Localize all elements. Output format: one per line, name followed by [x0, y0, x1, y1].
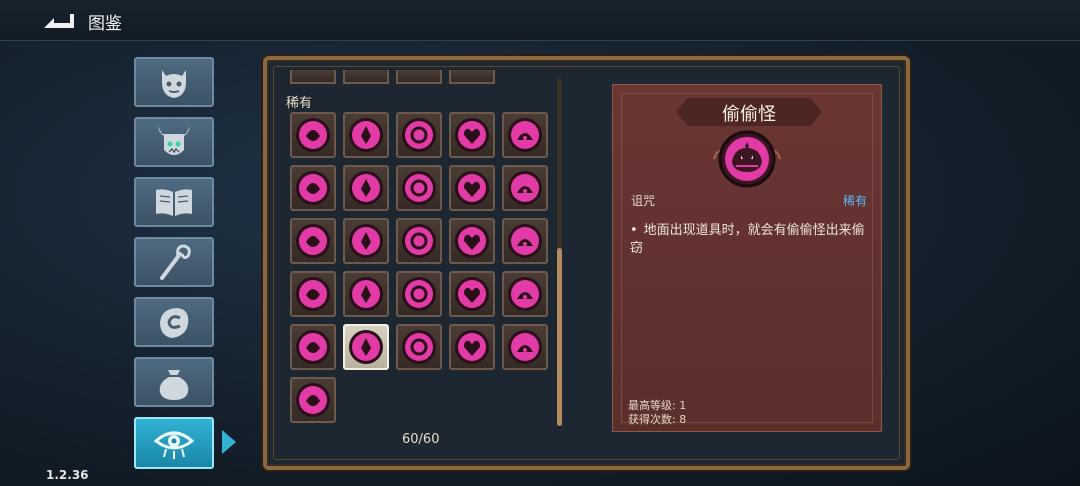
- curse-icon-20: [508, 277, 542, 311]
- item-category: 诅咒: [631, 194, 656, 208]
- icon-cell[interactable]: [290, 377, 336, 423]
- icon-cell[interactable]: [396, 112, 442, 158]
- curse-icon-6: [296, 171, 330, 205]
- treasure-chest-icon: [402, 330, 436, 364]
- icon-cell-selected[interactable]: [343, 324, 389, 370]
- back-button[interactable]: [40, 8, 78, 32]
- eye-icon: [153, 431, 195, 459]
- icon-cell[interactable]: [502, 324, 548, 370]
- curse-icon-2: [349, 118, 383, 152]
- tab-weapon[interactable]: [134, 237, 214, 287]
- icon-cell[interactable]: [396, 165, 442, 211]
- icon-cell[interactable]: [449, 324, 495, 370]
- icon-cell[interactable]: [502, 112, 548, 158]
- icon-cell[interactable]: [449, 218, 495, 264]
- icon-cell[interactable]: [343, 218, 389, 264]
- curse-icon-17: [349, 277, 383, 311]
- icon-cell[interactable]: [290, 271, 336, 317]
- curse-icon-15: [508, 224, 542, 258]
- icon-cell[interactable]: [502, 271, 548, 317]
- tab-relic[interactable]: [134, 297, 214, 347]
- icon-cell[interactable]: [290, 218, 336, 264]
- tab-monster[interactable]: [134, 57, 214, 107]
- curse-icon-14: [455, 224, 489, 258]
- curse-icon-18: [402, 277, 436, 311]
- curse-icon-5: [508, 118, 542, 152]
- scroll-thumb[interactable]: [557, 248, 562, 426]
- curse-icon-8: [402, 171, 436, 205]
- description-text: 地面出现道具时，就会有偷偷怪出来偷窃: [630, 223, 865, 256]
- icon-cell[interactable]: [502, 218, 548, 264]
- icon-cell[interactable]: [502, 165, 548, 211]
- thief-monster-icon: [349, 330, 383, 364]
- icon-cell[interactable]: [396, 324, 442, 370]
- item-description: • 地面出现道具时，就会有偷偷怪出来偷窃: [630, 222, 870, 258]
- curse-icon-25: [508, 330, 542, 364]
- icon-cell[interactable]: [343, 165, 389, 211]
- tab-lore[interactable]: [134, 177, 214, 227]
- curse-icon-1: [296, 118, 330, 152]
- back-arrow-icon: [44, 14, 74, 28]
- bullet: •: [630, 223, 638, 238]
- icon-cell[interactable]: [290, 112, 336, 158]
- curse-icon-11: [296, 224, 330, 258]
- partial-icon-cell: [290, 70, 336, 84]
- top-bar: 图鉴: [0, 0, 1080, 41]
- curse-icon-16: [296, 277, 330, 311]
- section-label: 稀有: [286, 96, 313, 111]
- icon-cell[interactable]: [449, 112, 495, 158]
- staff-icon: [160, 244, 191, 280]
- tab-boss[interactable]: [134, 117, 214, 167]
- pouch-icon: [159, 370, 189, 400]
- curse-icon-3: [402, 118, 436, 152]
- monster-face-icon: [162, 70, 186, 98]
- curse-icon-9: [455, 171, 489, 205]
- partial-icon-cell: [396, 70, 442, 84]
- rune-hand-icon: [160, 308, 189, 338]
- active-tab-arrow: [222, 430, 236, 454]
- curse-icon-26: [296, 383, 330, 417]
- icon-cell[interactable]: [343, 271, 389, 317]
- curse-icon-24: [455, 330, 489, 364]
- icon-cell[interactable]: [343, 112, 389, 158]
- open-book-icon: [156, 189, 192, 216]
- icon-cell[interactable]: [396, 218, 442, 264]
- item-name: 偷偷怪: [722, 104, 776, 125]
- obtained-count-text: 获得次数: 8: [628, 413, 687, 426]
- partial-icon-cell: [343, 70, 389, 84]
- curse-icon-12: [349, 224, 383, 258]
- item-rarity: 稀有: [843, 194, 868, 208]
- thief-monster-icon: [713, 130, 781, 188]
- icon-cell[interactable]: [396, 271, 442, 317]
- horned-demon-icon: [158, 126, 190, 155]
- icon-cell[interactable]: [290, 165, 336, 211]
- curse-icon-7: [349, 171, 383, 205]
- curse-icon-13: [402, 224, 436, 258]
- curse-icon-10: [508, 171, 542, 205]
- icon-cell[interactable]: [290, 324, 336, 370]
- icon-cell[interactable]: [449, 165, 495, 211]
- icon-cell[interactable]: [449, 271, 495, 317]
- tab-curse[interactable]: [134, 417, 214, 469]
- tab-item[interactable]: [134, 357, 214, 407]
- curse-icon-21: [296, 330, 330, 364]
- page-title: 图鉴: [88, 14, 122, 34]
- curse-icon-4: [455, 118, 489, 152]
- collection-count: 60/60: [402, 432, 440, 447]
- curse-icon-19: [455, 277, 489, 311]
- scrollbar[interactable]: [557, 78, 562, 426]
- version-label: 1.2.36: [46, 468, 89, 482]
- partial-icon-cell: [449, 70, 495, 84]
